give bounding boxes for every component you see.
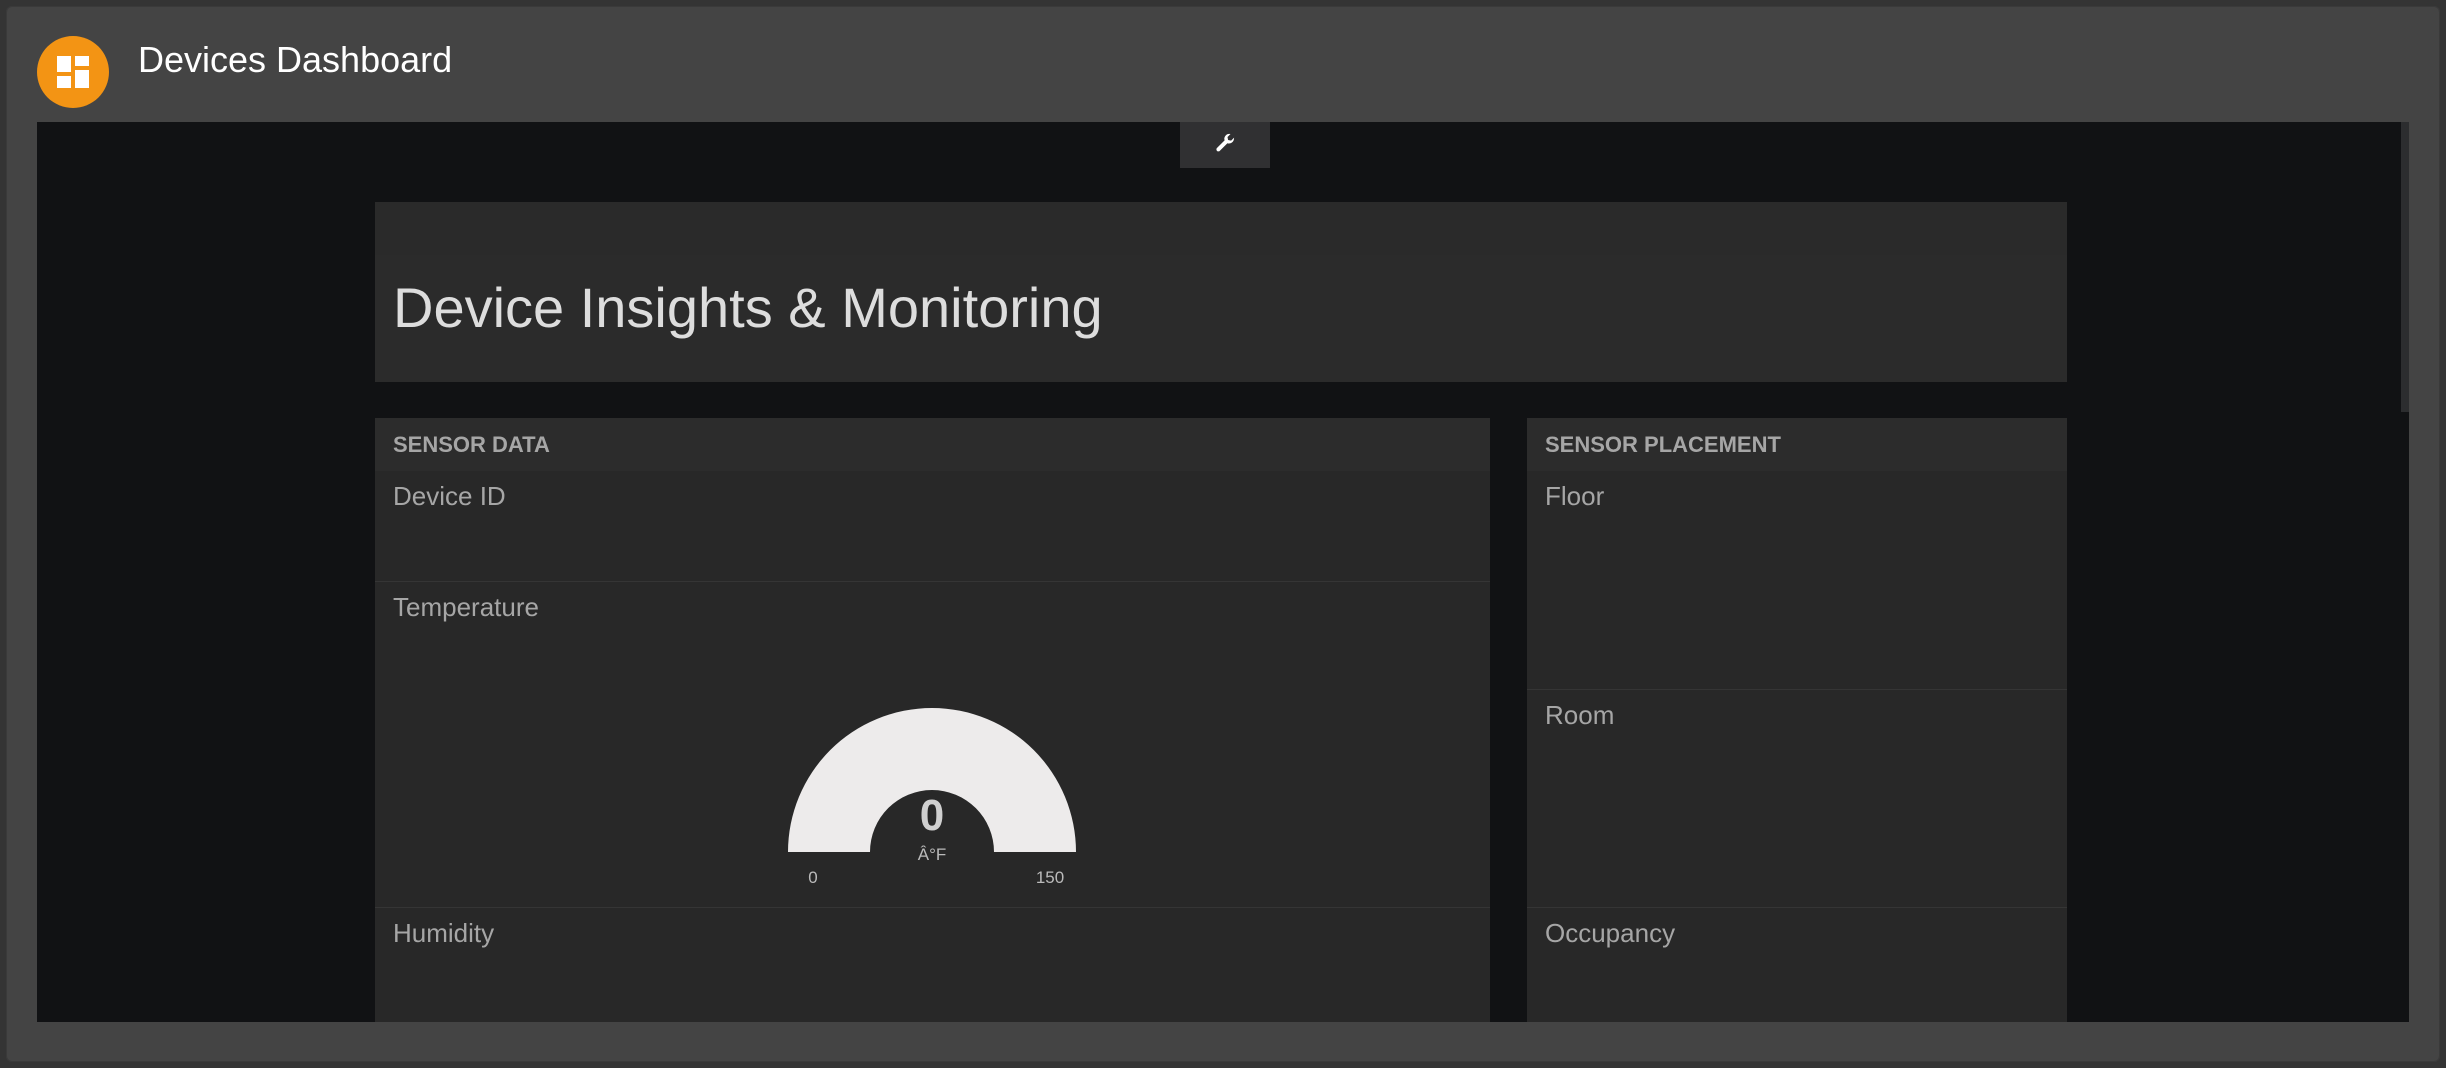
- gauge-max-label: 150: [1036, 868, 1064, 887]
- title-pane-header: [375, 202, 2067, 255]
- pane-header: SENSOR DATA: [375, 418, 1490, 471]
- widget-title: Room: [1545, 700, 1615, 730]
- title-pane: Device Insights & Monitoring: [375, 202, 2067, 382]
- app-window: Devices Dashboard Device Insights & Moni…: [6, 6, 2440, 1062]
- widget-title: Device ID: [393, 481, 506, 511]
- temperature-gauge: 0 Â°F 0 150: [788, 708, 1076, 887]
- app-title: Devices Dashboard: [138, 39, 453, 80]
- wrench-icon: [1216, 133, 1235, 152]
- gauge-units: Â°F: [918, 845, 947, 864]
- temperature-widget: Temperature 0 Â°F 0 150: [375, 581, 1490, 907]
- widget-title: Floor: [1545, 481, 1605, 511]
- sensor-placement-pane: SENSOR PLACEMENT Floor Room Occupancy: [1527, 418, 2067, 1022]
- page-title: Device Insights & Monitoring: [393, 276, 1103, 339]
- humidity-widget: Humidity: [375, 907, 1490, 1022]
- dashboard-content: Device Insights & Monitoring SENSOR DATA…: [37, 122, 2409, 1022]
- pane-header: SENSOR PLACEMENT: [1527, 418, 2067, 471]
- gauge-min-label: 0: [808, 868, 817, 887]
- widget-title: Humidity: [393, 918, 495, 948]
- occupancy-widget: Occupancy: [1527, 907, 2067, 1022]
- floor-widget: Floor: [1527, 471, 2067, 689]
- vertical-scrollbar[interactable]: [2401, 122, 2409, 412]
- device-id-widget: Device ID: [375, 471, 1490, 581]
- widget-title: Occupancy: [1545, 918, 1676, 948]
- dashboard-icon[interactable]: [37, 36, 109, 108]
- gauge-value: 0: [920, 791, 944, 840]
- sensor-data-pane: SENSOR DATA Device ID Temperature 0 Â°F …: [375, 418, 1490, 1022]
- edit-dashboard-button[interactable]: [1180, 122, 1270, 168]
- room-widget: Room: [1527, 689, 2067, 907]
